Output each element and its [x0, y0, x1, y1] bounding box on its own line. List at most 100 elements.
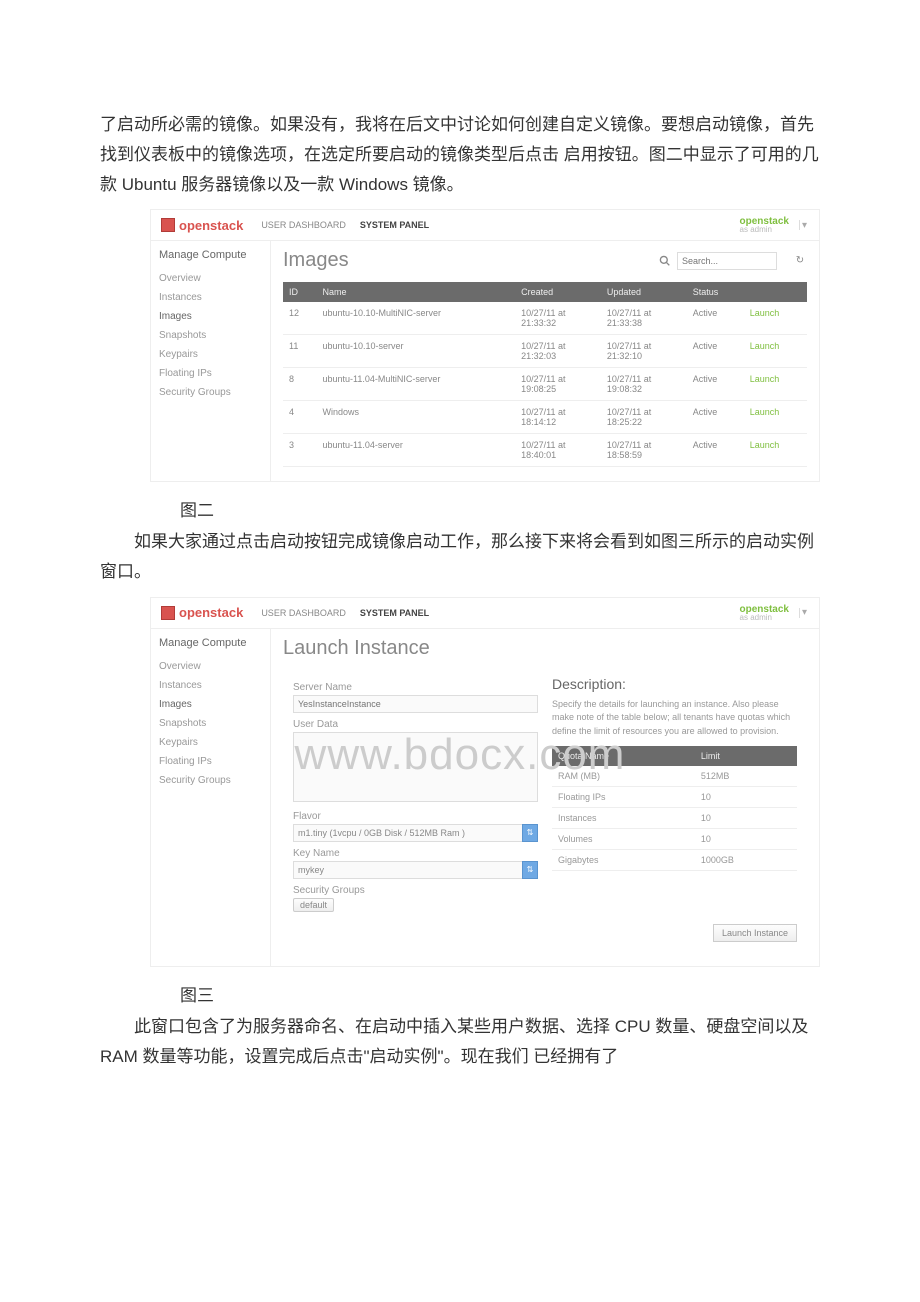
- table-row: 8ubuntu-11.04-MultiNIC-server10/27/11 at…: [283, 368, 807, 401]
- launch-link[interactable]: Launch: [750, 440, 780, 450]
- screenshot-launch-instance: openstack USER DASHBOARD SYSTEM PANEL op…: [150, 597, 820, 967]
- cell-limit: 10: [695, 808, 797, 829]
- search-icon[interactable]: [657, 254, 671, 268]
- cell-created: 10/27/11 at19:08:25: [515, 368, 601, 401]
- cell-created: 10/27/11 at18:14:12: [515, 401, 601, 434]
- sidebar-item-snapshots[interactable]: Snapshots: [159, 714, 262, 733]
- cell-updated: 10/27/11 at21:32:10: [601, 335, 687, 368]
- cell-status: Active: [687, 368, 744, 401]
- chevron-down-icon[interactable]: ▾: [799, 220, 809, 230]
- table-row: Volumes10: [552, 829, 797, 850]
- security-group-tag[interactable]: default: [293, 898, 334, 912]
- org-switcher[interactable]: openstack as admin ▾: [740, 604, 809, 622]
- sidebar-item-floating-ips[interactable]: Floating IPs: [159, 752, 262, 771]
- key-name-select[interactable]: [293, 861, 538, 879]
- sidebar-item-keypairs[interactable]: Keypairs: [159, 345, 262, 364]
- user-data-textarea[interactable]: [293, 732, 538, 802]
- cell-created: 10/27/11 at21:32:03: [515, 335, 601, 368]
- topbar: openstack USER DASHBOARD SYSTEM PANEL op…: [151, 598, 819, 629]
- launch-link[interactable]: Launch: [750, 308, 780, 318]
- org-switcher[interactable]: openstack as admin ▾: [740, 216, 809, 234]
- label-key-name: Key Name: [293, 848, 538, 859]
- brand: openstack: [161, 605, 243, 620]
- search-input[interactable]: [677, 252, 777, 270]
- table-row: Instances10: [552, 808, 797, 829]
- col-status[interactable]: Status: [687, 282, 744, 302]
- launch-instance-button[interactable]: Launch Instance: [713, 924, 797, 942]
- label-user-data: User Data: [293, 719, 538, 730]
- sidebar-item-overview[interactable]: Overview: [159, 657, 262, 676]
- sidebar-item-overview[interactable]: Overview: [159, 269, 262, 288]
- select-stepper-icon[interactable]: ⇅: [522, 824, 538, 842]
- figure-2-caption: 图二: [180, 496, 820, 521]
- cell-name: Windows: [317, 401, 516, 434]
- cell-limit: 10: [695, 787, 797, 808]
- top-nav: USER DASHBOARD SYSTEM PANEL: [261, 608, 429, 618]
- cell-updated: 10/27/11 at18:25:22: [601, 401, 687, 434]
- cell-id: 3: [283, 434, 317, 467]
- cell-quota-name: Gigabytes: [552, 850, 695, 871]
- cell-name: ubuntu-11.04-MultiNIC-server: [317, 368, 516, 401]
- launch-link[interactable]: Launch: [750, 341, 780, 351]
- sidebar-item-images[interactable]: Images: [159, 307, 262, 326]
- table-row: Floating IPs10: [552, 787, 797, 808]
- col-updated[interactable]: Updated: [601, 282, 687, 302]
- nav-system-panel[interactable]: SYSTEM PANEL: [360, 220, 429, 230]
- body-paragraph-1: 了启动所必需的镜像。如果没有，我将在后文中讨论如何创建自定义镜像。要想启动镜像，…: [100, 110, 820, 199]
- nav-user-dashboard[interactable]: USER DASHBOARD: [261, 220, 346, 230]
- body-paragraph-2: 如果大家通过点击启动按钮完成镜像启动工作，那么接下来将会看到如图三所示的启动实例…: [100, 527, 820, 587]
- sidebar-title: Manage Compute: [159, 249, 262, 261]
- col-name[interactable]: Name: [317, 282, 516, 302]
- sidebar-item-images[interactable]: Images: [159, 695, 262, 714]
- cell-updated: 10/27/11 at21:33:38: [601, 302, 687, 335]
- sidebar-item-floating-ips[interactable]: Floating IPs: [159, 364, 262, 383]
- sidebar-item-instances[interactable]: Instances: [159, 288, 262, 307]
- sidebar-item-security-groups[interactable]: Security Groups: [159, 383, 262, 402]
- launch-link[interactable]: Launch: [750, 374, 780, 384]
- sidebar: Manage Compute OverviewInstancesImagesSn…: [151, 241, 271, 481]
- sidebar-item-security-groups[interactable]: Security Groups: [159, 771, 262, 790]
- refresh-icon[interactable]: ↻: [793, 254, 807, 268]
- cell-name: ubuntu-10.10-server: [317, 335, 516, 368]
- sidebar-item-instances[interactable]: Instances: [159, 676, 262, 695]
- body-paragraph-3: 此窗口包含了为服务器命名、在启动中插入某些用户数据、选择 CPU 数量、硬盘空间…: [100, 1012, 820, 1072]
- cell-quota-name: RAM (MB): [552, 766, 695, 787]
- cell-status: Active: [687, 401, 744, 434]
- cell-created: 10/27/11 at21:33:32: [515, 302, 601, 335]
- cell-status: Active: [687, 434, 744, 467]
- label-flavor: Flavor: [293, 811, 538, 822]
- cell-status: Active: [687, 302, 744, 335]
- col-limit: Limit: [695, 746, 797, 766]
- nav-system-panel[interactable]: SYSTEM PANEL: [360, 608, 429, 618]
- launch-link[interactable]: Launch: [750, 407, 780, 417]
- flavor-select[interactable]: [293, 824, 538, 842]
- select-stepper-icon[interactable]: ⇅: [522, 861, 538, 879]
- cell-name: ubuntu-11.04-server: [317, 434, 516, 467]
- cell-limit: 1000GB: [695, 850, 797, 871]
- brand-logo-icon: [161, 606, 175, 620]
- server-name-input[interactable]: [293, 695, 538, 713]
- screenshot-images-panel: openstack USER DASHBOARD SYSTEM PANEL op…: [150, 209, 820, 482]
- cell-limit: 512MB: [695, 766, 797, 787]
- cell-id: 4: [283, 401, 317, 434]
- col-id[interactable]: ID: [283, 282, 317, 302]
- topbar: openstack USER DASHBOARD SYSTEM PANEL op…: [151, 210, 819, 241]
- sidebar-item-keypairs[interactable]: Keypairs: [159, 733, 262, 752]
- sidebar: Manage Compute OverviewInstancesImagesSn…: [151, 629, 271, 966]
- table-row: RAM (MB)512MB: [552, 766, 797, 787]
- quota-table: Quota Name Limit RAM (MB)512MBFloating I…: [552, 746, 797, 871]
- cell-updated: 10/27/11 at19:08:32: [601, 368, 687, 401]
- description-text: Specify the details for launching an ins…: [552, 698, 797, 739]
- figure-3-caption: 图三: [180, 981, 820, 1006]
- table-row: 3ubuntu-11.04-server10/27/11 at18:40:011…: [283, 434, 807, 467]
- sidebar-item-snapshots[interactable]: Snapshots: [159, 326, 262, 345]
- images-table: ID Name Created Updated Status 12ubuntu-…: [283, 282, 807, 467]
- page-title: Launch Instance: [283, 637, 430, 660]
- col-created[interactable]: Created: [515, 282, 601, 302]
- brand-logo-icon: [161, 218, 175, 232]
- table-row: 11ubuntu-10.10-server10/27/11 at21:32:03…: [283, 335, 807, 368]
- nav-user-dashboard[interactable]: USER DASHBOARD: [261, 608, 346, 618]
- chevron-down-icon[interactable]: ▾: [799, 608, 809, 618]
- cell-created: 10/27/11 at18:40:01: [515, 434, 601, 467]
- cell-name: ubuntu-10.10-MultiNIC-server: [317, 302, 516, 335]
